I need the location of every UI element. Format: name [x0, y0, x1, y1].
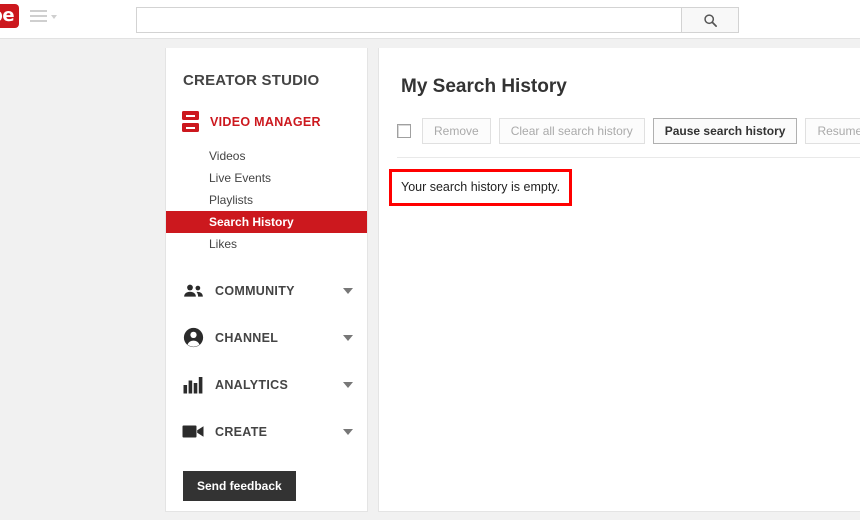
sidebar-item-search-history[interactable]: Search History [166, 211, 367, 233]
youtube-logo-text: be [0, 5, 15, 26]
select-all-checkbox[interactable] [397, 124, 411, 138]
youtube-logo: be [0, 4, 20, 28]
sidebar-item-playlists[interactable]: Playlists [166, 189, 367, 211]
remove-button: Remove [422, 118, 491, 144]
empty-state-message: Your search history is empty. [401, 180, 561, 194]
page-title: My Search History [401, 76, 567, 97]
sidebar-item-label: CHANNEL [215, 330, 279, 345]
sidebar-item-video-manager[interactable]: VIDEO MANAGER [182, 111, 367, 132]
empty-state-highlight: Your search history is empty. [389, 169, 573, 206]
video-camera-icon [182, 421, 204, 443]
sidebar-item-videos[interactable]: Videos [166, 145, 367, 167]
sidebar-item-live-events[interactable]: Live Events [166, 167, 367, 189]
video-manager-icon [182, 111, 199, 132]
youtube-logo-link[interactable]: be [0, 4, 20, 28]
sidebar-item-community[interactable]: COMMUNITY [166, 267, 367, 314]
sidebar-item-create[interactable]: CREATE [166, 408, 367, 455]
page-title-creator-studio: CREATOR STUDIO [183, 72, 320, 89]
chevron-down-icon[interactable] [343, 287, 353, 294]
sidebar-item-label: COMMUNITY [215, 283, 295, 298]
sidebar-item-analytics[interactable]: ANALYTICS [166, 361, 367, 408]
creator-studio-sidebar: CREATOR STUDIO VIDEO MANAGER Videos Live… [165, 48, 368, 512]
bar-chart-icon [182, 374, 204, 396]
sidebar-item-channel[interactable]: CHANNEL [166, 314, 367, 361]
pause-search-history-button[interactable]: Pause search history [652, 118, 798, 144]
clear-all-search-history-button: Clear all search history [498, 118, 645, 144]
sidebar-item-likes[interactable]: Likes [166, 233, 367, 255]
chevron-down-icon[interactable] [343, 428, 353, 435]
sidebar-subitem-list: Videos Live Events Playlists Search Hist… [166, 145, 367, 255]
hamburger-lines [30, 10, 47, 22]
sidebar-item-label: CREATE [215, 424, 268, 439]
chevron-down-icon[interactable] [343, 381, 353, 388]
account-circle-icon [182, 327, 204, 349]
search-button[interactable] [681, 7, 739, 33]
send-feedback-button[interactable]: Send feedback [183, 471, 296, 501]
search-icon [703, 13, 717, 27]
resume-search-history-button: Resume search history [805, 118, 860, 144]
sidebar-item-label: ANALYTICS [215, 377, 289, 392]
caret-down-icon [51, 15, 57, 19]
hamburger-menu-icon[interactable] [30, 10, 57, 22]
search-input[interactable] [136, 7, 681, 33]
search-history-toolbar: Remove Clear all search history Pause se… [397, 118, 860, 158]
people-icon [182, 280, 204, 302]
main-content-panel: My Search History Remove Clear all searc… [378, 48, 860, 512]
search-form [136, 7, 739, 33]
chevron-down-icon[interactable] [343, 334, 353, 341]
masthead: be [0, 0, 860, 39]
sidebar-item-label: VIDEO MANAGER [210, 114, 321, 129]
